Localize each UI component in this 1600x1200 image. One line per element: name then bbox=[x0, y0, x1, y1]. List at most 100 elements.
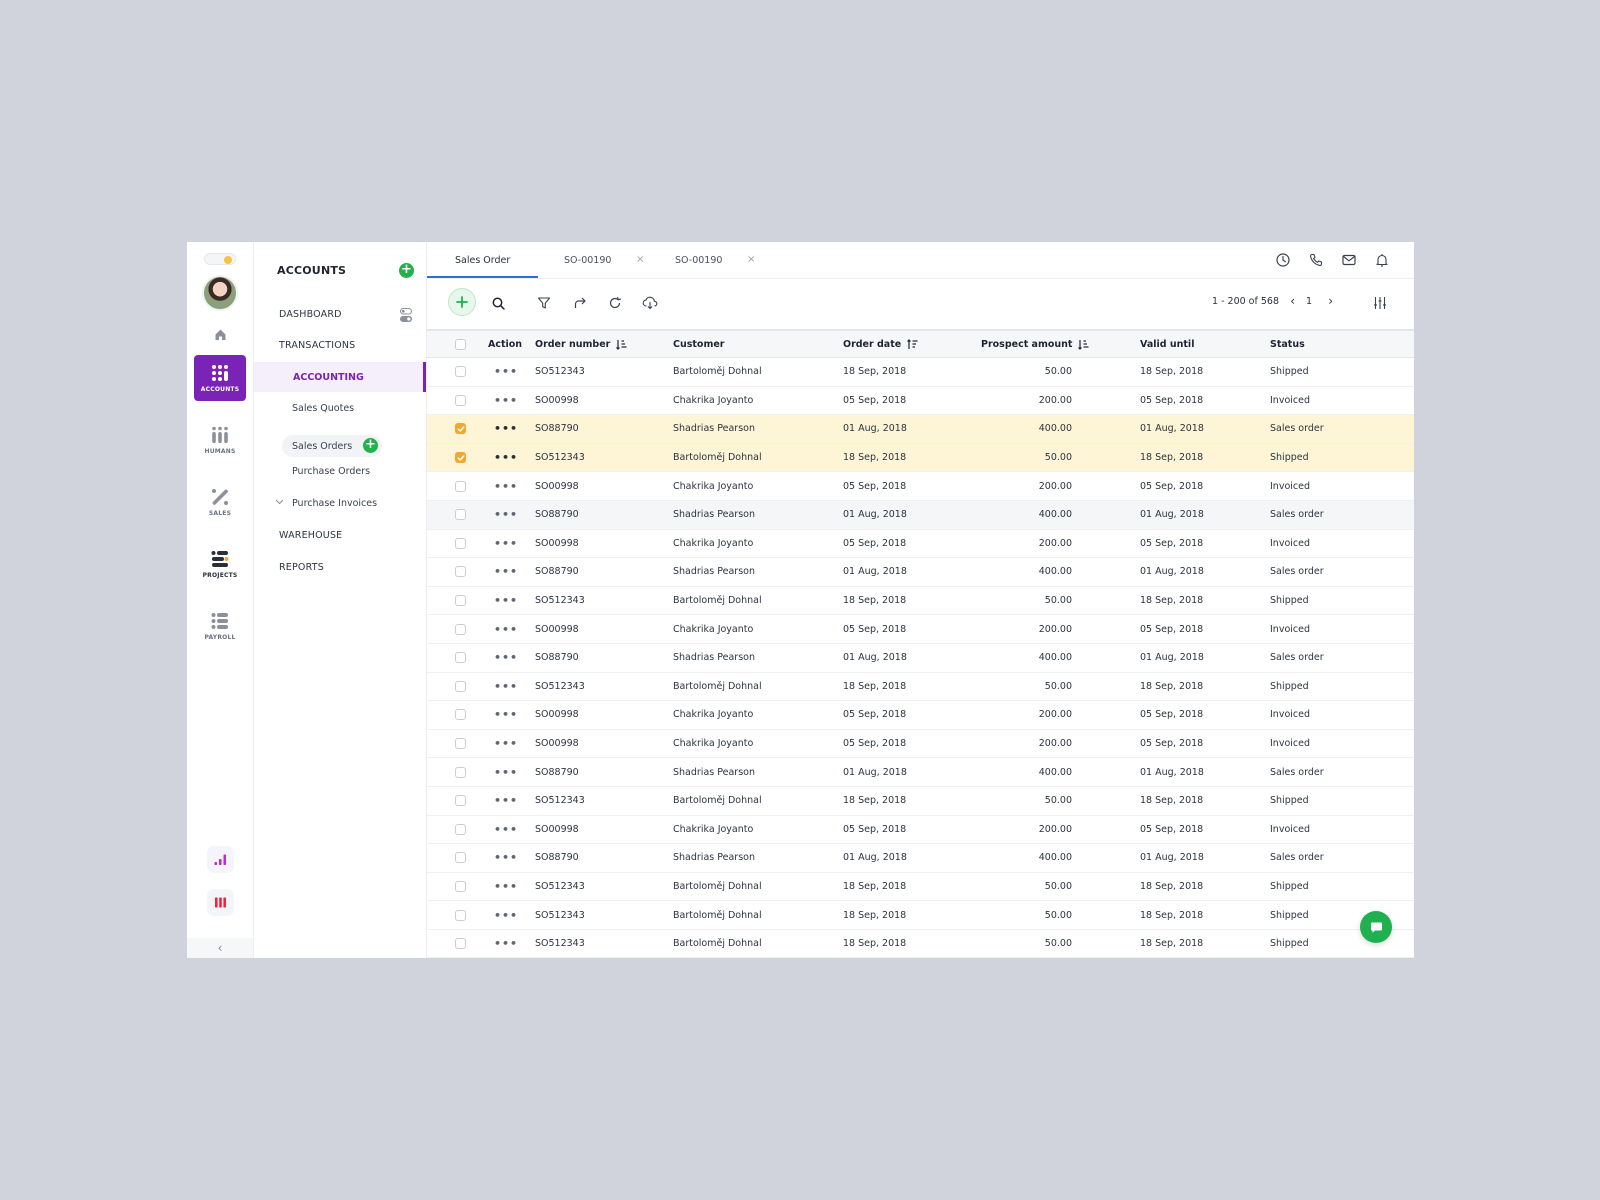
row-actions-menu[interactable]: ••• bbox=[494, 558, 518, 586]
refresh-button[interactable] bbox=[607, 295, 623, 311]
row-actions-menu[interactable]: ••• bbox=[494, 587, 518, 615]
row-actions-menu[interactable]: ••• bbox=[494, 816, 518, 844]
table-row[interactable]: ••• SO88790 Shadrias Pearson 01 Aug, 2018 40… bbox=[427, 844, 1414, 873]
column-header-customer[interactable]: Customer bbox=[673, 331, 725, 357]
chevron-left-icon[interactable]: ‹ bbox=[1290, 294, 1295, 308]
mail-icon[interactable] bbox=[1341, 252, 1357, 268]
table-row[interactable]: ••• SO512343 Bartoloměj Dohnal 18 Sep, 2018… bbox=[427, 358, 1414, 387]
table-row[interactable]: ••• SO00998 Chakrika Joyanto 05 Sep, 2018 20… bbox=[427, 386, 1414, 416]
analytics-button[interactable] bbox=[206, 846, 234, 873]
nav-item-purchase-invoices[interactable]: Purchase Invoices bbox=[254, 488, 426, 518]
nav-item-warehouse[interactable]: WAREHOUSE bbox=[254, 520, 426, 550]
table-row[interactable]: ••• SO00998 Chakrika Joyanto 05 Sep, 2018 20… bbox=[427, 472, 1414, 501]
nav-item-purchase-orders[interactable]: Purchase Orders bbox=[254, 456, 426, 486]
row-checkbox[interactable] bbox=[455, 644, 466, 672]
table-row[interactable]: ••• SO88790 Shadrias Pearson 01 Aug, 2018 40… bbox=[427, 500, 1414, 530]
row-checkbox[interactable] bbox=[455, 358, 466, 386]
nav-item-sales-quotes[interactable]: Sales Quotes bbox=[254, 393, 426, 423]
table-row[interactable]: ••• SO00998 Chakrika Joyanto 05 Sep, 2018 20… bbox=[427, 701, 1414, 730]
row-checkbox[interactable] bbox=[455, 558, 466, 586]
user-avatar[interactable] bbox=[202, 275, 238, 311]
row-checkbox[interactable] bbox=[455, 930, 466, 958]
collapse-sidebar-button[interactable]: ‹ bbox=[187, 938, 253, 958]
add-account-button[interactable]: + bbox=[399, 263, 414, 278]
row-checkbox[interactable] bbox=[455, 873, 466, 901]
column-header-valid-until[interactable]: Valid until bbox=[1140, 331, 1194, 357]
row-checkbox[interactable] bbox=[455, 387, 466, 415]
columns-button[interactable] bbox=[206, 889, 234, 916]
table-row[interactable]: ••• SO512343 Bartoloměj Dohnal 18 Sep, 2018… bbox=[427, 872, 1414, 902]
column-settings-button[interactable] bbox=[1372, 295, 1388, 311]
nav-item-dashboard[interactable]: DASHBOARD bbox=[254, 299, 426, 329]
row-checkbox[interactable] bbox=[455, 587, 466, 615]
home-icon[interactable] bbox=[211, 325, 229, 343]
rail-item-sales[interactable]: SALES bbox=[194, 479, 246, 525]
table-row[interactable]: ••• SO512343 Bartoloměj Dohnal 18 Sep, 2018… bbox=[427, 586, 1414, 616]
table-row[interactable]: ••• SO88790 Shadrias Pearson 01 Aug, 2018 40… bbox=[427, 643, 1414, 673]
row-checkbox[interactable] bbox=[455, 730, 466, 758]
row-checkbox[interactable] bbox=[455, 673, 466, 701]
clock-icon[interactable] bbox=[1275, 252, 1291, 268]
chat-button[interactable] bbox=[1360, 911, 1392, 943]
bell-icon[interactable] bbox=[1374, 252, 1390, 268]
column-header-prospect-amount[interactable]: Prospect amount bbox=[981, 331, 1089, 357]
row-checkbox[interactable] bbox=[455, 816, 466, 844]
rail-item-humans[interactable]: HUMANS bbox=[194, 417, 246, 463]
row-checkbox[interactable] bbox=[455, 615, 466, 643]
row-checkbox[interactable] bbox=[455, 844, 466, 872]
row-actions-menu[interactable]: ••• bbox=[494, 873, 518, 901]
select-all-checkbox[interactable] bbox=[455, 331, 466, 357]
nav-item-transactions[interactable]: TRANSACTIONS bbox=[254, 330, 426, 360]
row-actions-menu[interactable]: ••• bbox=[494, 673, 518, 701]
row-checkbox[interactable] bbox=[455, 901, 466, 929]
nav-item-accounting[interactable]: ACCOUNTING bbox=[254, 362, 426, 392]
rail-item-projects[interactable]: PROJECTS bbox=[194, 541, 246, 587]
row-checkbox[interactable] bbox=[455, 444, 466, 472]
chevron-right-icon[interactable]: › bbox=[1328, 294, 1333, 308]
row-actions-menu[interactable]: ••• bbox=[494, 615, 518, 643]
table-row[interactable]: ••• SO88790 Shadrias Pearson 01 Aug, 2018 40… bbox=[427, 415, 1414, 444]
table-row[interactable]: ••• SO512343 Bartoloměj Dohnal 18 Sep, 2018… bbox=[427, 786, 1414, 816]
sort-desc-icon[interactable] bbox=[616, 339, 627, 350]
table-row[interactable]: ••• SO88790 Shadrias Pearson 01 Aug, 2018 40… bbox=[427, 758, 1414, 787]
table-row[interactable]: ••• SO00998 Chakrika Joyanto 05 Sep, 2018 20… bbox=[427, 815, 1414, 845]
close-icon[interactable]: × bbox=[747, 254, 755, 265]
row-actions-menu[interactable]: ••• bbox=[494, 930, 518, 958]
table-row[interactable]: ••• SO88790 Shadrias Pearson 01 Aug, 2018 40… bbox=[427, 558, 1414, 587]
column-header-order-date[interactable]: Order date bbox=[843, 331, 918, 357]
row-actions-menu[interactable]: ••• bbox=[494, 730, 518, 758]
table-row[interactable]: ••• SO00998 Chakrika Joyanto 05 Sep, 2018 20… bbox=[427, 529, 1414, 559]
filter-button[interactable] bbox=[536, 295, 552, 311]
theme-toggle[interactable] bbox=[204, 253, 236, 265]
row-actions-menu[interactable]: ••• bbox=[494, 501, 518, 529]
close-icon[interactable]: × bbox=[636, 254, 644, 265]
row-actions-menu[interactable]: ••• bbox=[494, 444, 518, 472]
row-actions-menu[interactable]: ••• bbox=[494, 644, 518, 672]
sort-asc-icon[interactable] bbox=[907, 338, 918, 350]
table-row[interactable]: ••• SO512343 Bartoloměj Dohnal 18 Sep, 2018… bbox=[427, 929, 1414, 958]
switch-icon[interactable] bbox=[400, 308, 412, 322]
column-header-status[interactable]: Status bbox=[1270, 331, 1305, 357]
table-row[interactable]: ••• SO00998 Chakrika Joyanto 05 Sep, 2018 20… bbox=[427, 615, 1414, 644]
column-header-order-number[interactable]: Order number bbox=[535, 331, 627, 357]
row-actions-menu[interactable]: ••• bbox=[494, 701, 518, 729]
row-actions-menu[interactable]: ••• bbox=[494, 530, 518, 558]
table-row[interactable]: ••• SO00998 Chakrika Joyanto 05 Sep, 2018 20… bbox=[427, 729, 1414, 759]
share-button[interactable] bbox=[572, 295, 588, 311]
row-checkbox[interactable] bbox=[455, 758, 466, 786]
nav-item-reports[interactable]: REPORTS bbox=[254, 552, 426, 582]
table-row[interactable]: ••• SO512343 Bartoloměj Dohnal 18 Sep, 2018… bbox=[427, 901, 1414, 930]
tab-sales-order[interactable]: Sales Order bbox=[455, 242, 510, 279]
download-button[interactable] bbox=[642, 295, 658, 311]
row-checkbox[interactable] bbox=[455, 415, 466, 443]
add-sales-order-button[interactable]: + bbox=[363, 438, 378, 453]
tab-so-00190-a[interactable]: SO-00190 bbox=[564, 242, 611, 279]
row-actions-menu[interactable]: ••• bbox=[494, 844, 518, 872]
chevron-down-icon[interactable] bbox=[275, 499, 284, 505]
table-row[interactable]: ••• SO512343 Bartoloměj Dohnal 18 Sep, 2018… bbox=[427, 443, 1414, 473]
row-actions-menu[interactable]: ••• bbox=[494, 758, 518, 786]
row-checkbox[interactable] bbox=[455, 701, 466, 729]
sort-desc-icon[interactable] bbox=[1078, 339, 1089, 350]
row-checkbox[interactable] bbox=[455, 501, 466, 529]
row-actions-menu[interactable]: ••• bbox=[494, 901, 518, 929]
